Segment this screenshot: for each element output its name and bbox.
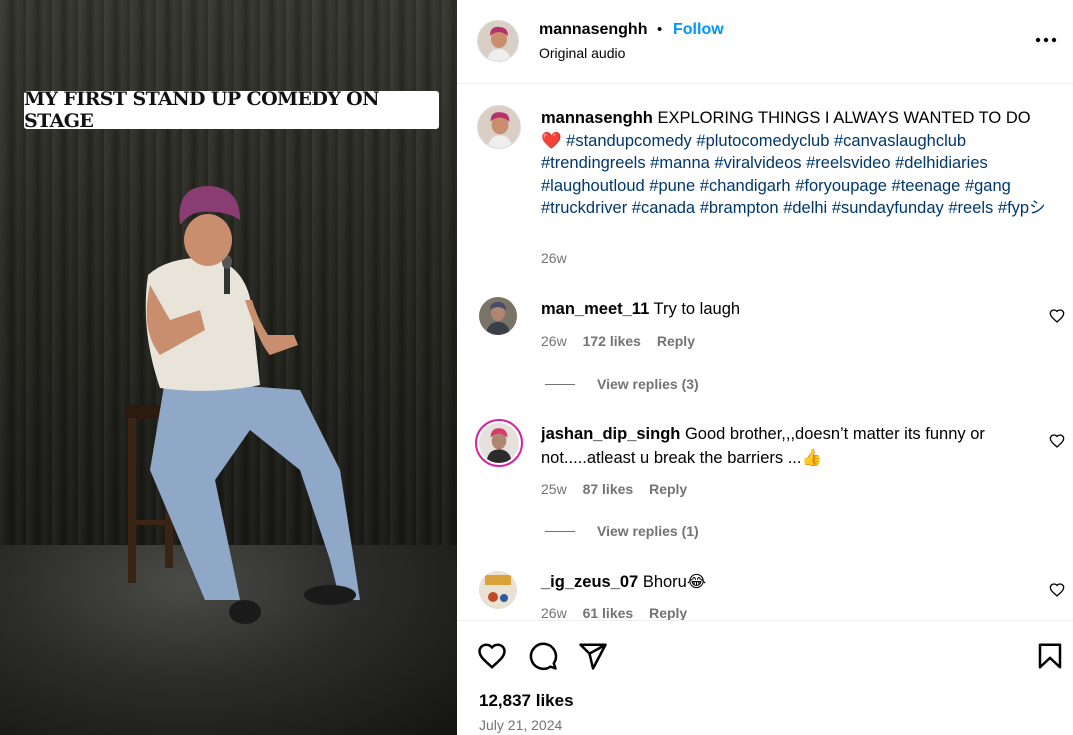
share-paper-plane-icon[interactable] — [578, 641, 608, 671]
hashtag-link[interactable]: #manna — [650, 154, 710, 172]
comment-time[interactable]: 25w — [541, 481, 567, 497]
comment-likes[interactable]: 87 likes — [583, 481, 634, 497]
commenter-avatar[interactable] — [479, 571, 517, 609]
comment-text: jashan_dip_singh Good brother,,,doesn’t … — [541, 423, 1011, 470]
hashtag-link[interactable]: #plutocomedyclub — [696, 132, 829, 150]
hashtag-link[interactable]: #delhidiaries — [895, 154, 988, 172]
caption-author-avatar[interactable] — [477, 105, 521, 149]
view-replies-button[interactable]: View replies (1) — [545, 523, 699, 539]
hashtag-link[interactable]: #viralvideos — [714, 154, 801, 172]
header-separator: • — [657, 21, 663, 38]
comment-likes[interactable]: 61 likes — [583, 605, 634, 620]
comment-username[interactable]: man_meet_11 — [541, 300, 649, 318]
comment-likes[interactable]: 172 likes — [583, 333, 641, 349]
hashtag-link[interactable]: #fypシ — [998, 199, 1046, 217]
author-avatar[interactable] — [477, 20, 519, 62]
comment-time[interactable]: 26w — [541, 333, 567, 349]
reply-button[interactable]: Reply — [657, 333, 695, 349]
comment-meta: 25w 87 likes Reply — [541, 481, 699, 497]
hashtag-link[interactable]: #brampton — [700, 199, 779, 217]
comment-meta: 26w 172 likes Reply — [541, 333, 707, 349]
post-details-panel: mannasenghh • Follow Original audio mann… — [457, 0, 1073, 735]
reply-button[interactable]: Reply — [649, 481, 687, 497]
heart-emoji: ❤️ — [541, 131, 562, 150]
hashtag-list: #standupcomedy #plutocomedyclub #canvasl… — [541, 132, 1046, 218]
view-replies-label: View replies (1) — [597, 523, 699, 539]
like-comment-icon[interactable] — [1049, 433, 1065, 449]
hashtag-link[interactable]: #laughoutloud — [541, 177, 645, 195]
post-date[interactable]: July 21, 2024 — [479, 717, 562, 733]
comment-text: man_meet_11 Try to laugh — [541, 298, 1021, 322]
commenter-avatar-story-ring[interactable] — [475, 419, 523, 467]
post-actions: 12,837 likes July 21, 2024 — [457, 620, 1073, 735]
like-heart-icon[interactable] — [477, 641, 507, 671]
like-comment-icon[interactable] — [1049, 582, 1065, 598]
comment-body: Bhoru😂 — [642, 573, 707, 591]
hashtag-link[interactable]: #reelsvideo — [806, 154, 890, 172]
comment-body: Try to laugh — [653, 300, 741, 318]
hashtag-link[interactable]: #pune — [649, 177, 695, 195]
like-comment-icon[interactable] — [1049, 308, 1065, 324]
hashtag-link[interactable]: #truckdriver — [541, 199, 627, 217]
comment-time[interactable]: 26w — [541, 605, 567, 620]
comment-bubble-icon[interactable] — [528, 641, 558, 671]
comment-meta: 26w 61 likes Reply — [541, 605, 699, 620]
more-options-icon[interactable] — [1033, 30, 1059, 50]
hashtag-link[interactable]: #teenage — [892, 177, 961, 195]
replies-divider — [545, 530, 575, 532]
caption-username[interactable]: mannasenghh — [541, 109, 653, 127]
comment-username[interactable]: _ig_zeus_07 — [541, 573, 638, 591]
commenter-avatar[interactable] — [479, 297, 517, 335]
hashtag-link[interactable]: #chandigarh — [700, 177, 791, 195]
video-caption-overlay: MY FIRST STAND UP COMEDY ON STAGE — [24, 88, 439, 132]
caption-timestamp[interactable]: 26w — [541, 250, 567, 266]
author-username[interactable]: mannasenghh — [539, 21, 647, 39]
hashtag-link[interactable]: #reels — [948, 199, 993, 217]
hashtag-link[interactable]: #trendingreels — [541, 154, 646, 172]
audio-link[interactable]: Original audio — [539, 45, 625, 61]
hashtag-link[interactable]: #gang — [965, 177, 1011, 195]
post-caption: mannasenghh EXPLORING THINGS I ALWAYS WA… — [541, 107, 1046, 220]
follow-button[interactable]: Follow — [673, 21, 724, 39]
view-replies-button[interactable]: View replies (3) — [545, 376, 699, 392]
hashtag-link[interactable]: #foryoupage — [795, 177, 887, 195]
post-header: mannasenghh • Follow Original audio — [457, 0, 1073, 84]
likes-count[interactable]: 12,837 likes — [479, 691, 574, 711]
reply-button[interactable]: Reply — [649, 605, 687, 620]
hashtag-link[interactable]: #canvaslaughclub — [834, 132, 966, 150]
hashtag-link[interactable]: #sundayfunday — [832, 199, 944, 217]
reel-video[interactable]: MY FIRST STAND UP COMEDY ON STAGE — [0, 0, 457, 735]
hashtag-link[interactable]: #standupcomedy — [566, 132, 692, 150]
caption-text: EXPLORING THINGS I ALWAYS WANTED TO DO — [657, 109, 1031, 127]
comments-section[interactable]: mannasenghh EXPLORING THINGS I ALWAYS WA… — [457, 85, 1073, 620]
replies-divider — [545, 383, 575, 385]
comment-username[interactable]: jashan_dip_singh — [541, 425, 680, 443]
view-replies-label: View replies (3) — [597, 376, 699, 392]
comment-text: _ig_zeus_07 Bhoru😂 — [541, 571, 1021, 595]
save-bookmark-icon[interactable] — [1035, 641, 1065, 671]
hashtag-link[interactable]: #delhi — [783, 199, 827, 217]
hashtag-link[interactable]: #canada — [632, 199, 695, 217]
